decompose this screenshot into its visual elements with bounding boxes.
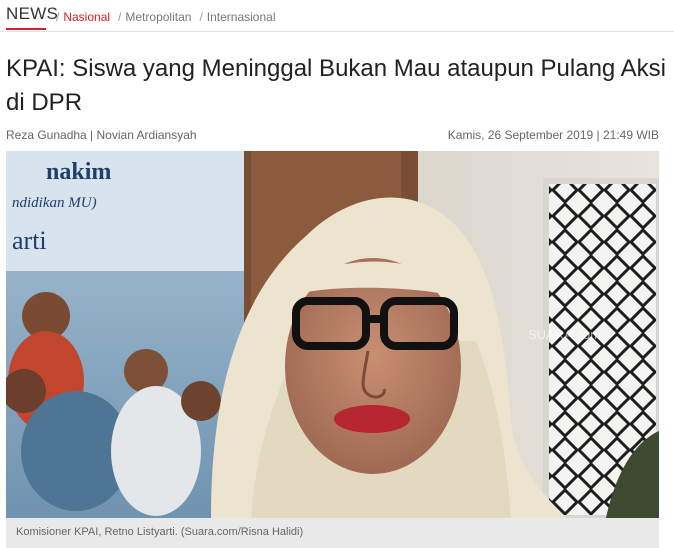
header-divider bbox=[0, 31, 674, 32]
article-title: KPAI: Siswa yang Meninggal Bukan Mau ata… bbox=[6, 55, 666, 116]
breadcrumb-separator: / bbox=[56, 10, 60, 24]
article-authors[interactable]: Reza Gunadha | Novian Ardiansyah bbox=[6, 128, 197, 142]
breadcrumb: / Nasional / Metropolitan / Internasional bbox=[56, 10, 284, 24]
article-photo: nakim ndidikan MU) arti SUARA.com bbox=[6, 151, 659, 518]
section-label: NEWS bbox=[6, 4, 59, 23]
photo-illustration: nakim ndidikan MU) arti SUARA.com bbox=[6, 151, 659, 518]
mouth bbox=[334, 405, 410, 433]
breadcrumb-item-nasional[interactable]: Nasional bbox=[63, 10, 110, 24]
photo-caption-bar: Komisioner KPAI, Retno Listyarti. (Suara… bbox=[6, 518, 659, 548]
section-label-underline bbox=[6, 28, 46, 30]
breadcrumb-separator: / bbox=[118, 10, 122, 24]
breadcrumb-separator: / bbox=[199, 10, 203, 24]
breadcrumb-item-metropolitan[interactable]: Metropolitan bbox=[125, 10, 191, 24]
banner-text-1: nakim bbox=[46, 159, 111, 185]
photo-caption: Komisioner KPAI, Retno Listyarti. (Suara… bbox=[16, 526, 304, 538]
banner-text-3: arti bbox=[12, 226, 47, 255]
banner-text-2: ndidikan MU) bbox=[12, 195, 97, 211]
breadcrumb-item-internasional[interactable]: Internasional bbox=[207, 10, 276, 24]
article-date: Kamis, 26 September 2019 | 21:49 WIB bbox=[447, 128, 659, 142]
section-header: NEWS / Nasional / Metropolitan / Internasiona… bbox=[0, 0, 674, 32]
photo-watermark: SUARA.com bbox=[528, 327, 601, 342]
